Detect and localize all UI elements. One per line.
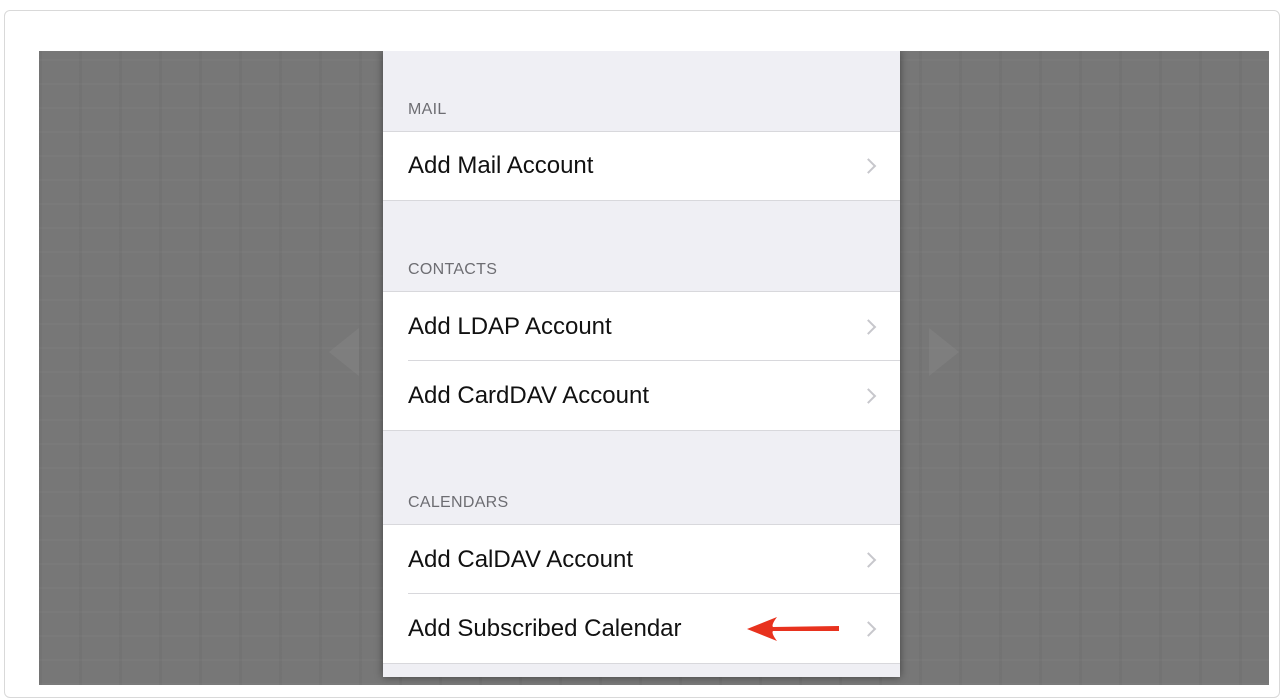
- page-frame: MAIL Add Mail Account CONTACTS Add LDAP …: [4, 10, 1280, 698]
- row-label: Add CardDAV Account: [408, 381, 650, 409]
- section-header-label: MAIL: [408, 101, 447, 118]
- row-add-ldap-account[interactable]: Add LDAP Account: [383, 291, 900, 361]
- row-add-carddav-account[interactable]: Add CardDAV Account: [383, 361, 900, 431]
- row-label: Add Subscribed Calendar: [408, 614, 682, 642]
- row-add-caldav-account[interactable]: Add CalDAV Account: [383, 524, 900, 594]
- section-header-label: CONTACTS: [408, 261, 498, 278]
- section-header-calendars: CALENDARS: [383, 444, 900, 524]
- section-header-mail: MAIL: [383, 51, 900, 131]
- chevron-right-icon: [860, 387, 877, 404]
- row-add-subscribed-calendar[interactable]: Add Subscribed Calendar: [383, 594, 900, 664]
- section-header-contacts: CONTACTS: [383, 211, 900, 291]
- chevron-right-icon: [860, 318, 877, 335]
- previous-arrow-icon[interactable]: [329, 328, 359, 376]
- row-label: Add CalDAV Account: [408, 545, 634, 573]
- settings-panel: MAIL Add Mail Account CONTACTS Add LDAP …: [383, 51, 900, 677]
- screenshot-area: MAIL Add Mail Account CONTACTS Add LDAP …: [39, 51, 1269, 685]
- next-arrow-icon[interactable]: [929, 328, 959, 376]
- red-arrow-icon: [747, 617, 839, 641]
- chevron-right-icon: [860, 158, 877, 174]
- row-add-mail-account[interactable]: Add Mail Account: [383, 131, 900, 201]
- row-label: Add LDAP Account: [408, 312, 612, 340]
- chevron-right-icon: [860, 620, 877, 637]
- row-label: Add Mail Account: [408, 152, 594, 179]
- chevron-right-icon: [860, 551, 877, 568]
- section-header-label: CALENDARS: [408, 494, 509, 511]
